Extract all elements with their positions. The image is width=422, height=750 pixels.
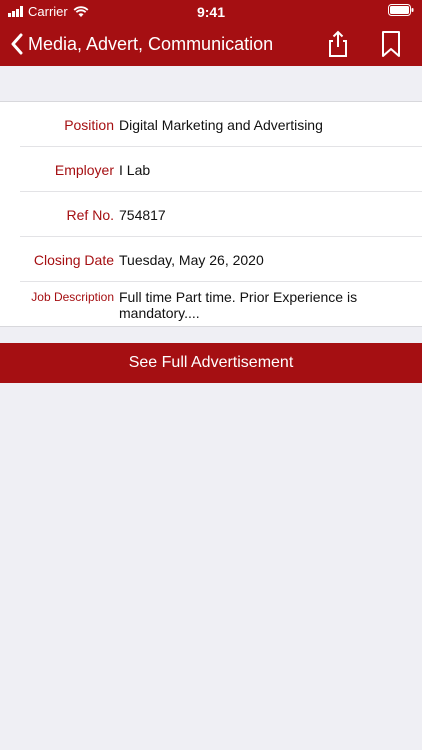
ref-label: Ref No. — [66, 207, 114, 223]
description-value: Full time Part time. Prior Experience is… — [119, 289, 358, 321]
closing-date-label: Closing Date — [33, 252, 114, 268]
description-label: Job Description — [31, 290, 114, 304]
battery-icon — [388, 4, 414, 19]
employer-value: I Lab — [119, 162, 151, 178]
status-time: 9:41 — [196, 4, 226, 20]
see-full-advertisement-button[interactable]: See Full Advertisement — [0, 343, 422, 383]
employer-label: Employer — [54, 162, 114, 178]
detail-row-closing-date: Closing Date Tuesday, May 26, 2020 — [20, 237, 422, 282]
status-bar: Carrier 9:41 — [0, 0, 422, 22]
nav-title: Media, Advert, Communication — [28, 33, 274, 54]
job-details-card: Position Digital Marketing and Advertisi… — [0, 101, 422, 327]
back-button[interactable]: Media, Advert, Communication — [10, 22, 273, 66]
back-chevron-icon — [11, 33, 23, 55]
detail-row-employer: Employer I Lab — [20, 147, 422, 192]
ref-value: 754817 — [119, 207, 166, 223]
detail-row-description: Job Description Full time Part time. Pri… — [20, 282, 422, 327]
bookmark-icon[interactable] — [377, 30, 405, 58]
detail-row-position: Position Digital Marketing and Advertisi… — [20, 102, 422, 147]
share-icon[interactable] — [324, 30, 352, 58]
position-label: Position — [64, 117, 114, 133]
detail-row-ref: Ref No. 754817 — [20, 192, 422, 237]
nav-bar: Media, Advert, Communication — [0, 22, 422, 66]
closing-date-value: Tuesday, May 26, 2020 — [119, 252, 264, 268]
position-value: Digital Marketing and Advertising — [119, 117, 323, 133]
